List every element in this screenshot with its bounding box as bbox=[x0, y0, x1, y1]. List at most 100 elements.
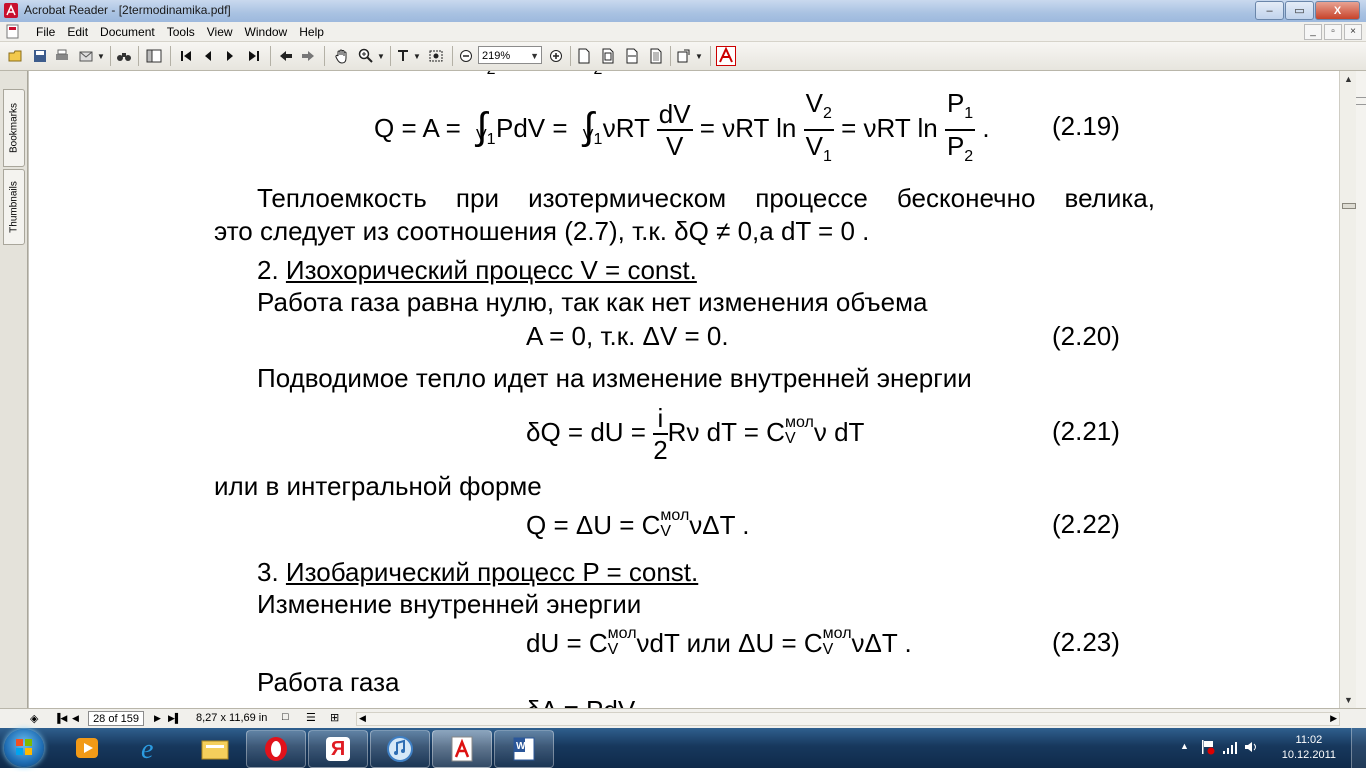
hand-tool-icon[interactable] bbox=[332, 47, 352, 65]
title-bar: Acrobat Reader - [2termodinamika.pdf] – … bbox=[0, 0, 1366, 23]
opera-icon[interactable] bbox=[246, 730, 306, 768]
flag-icon[interactable] bbox=[1200, 738, 1216, 759]
previous-view-icon[interactable] bbox=[276, 47, 296, 65]
next-page-icon[interactable] bbox=[220, 47, 240, 65]
scroll-down-icon[interactable]: ▼ bbox=[1340, 692, 1357, 708]
vertical-scrollbar[interactable]: ▲ ▼ bbox=[1339, 71, 1357, 708]
fit-visible-icon[interactable] bbox=[646, 47, 666, 65]
itunes-icon[interactable] bbox=[370, 730, 430, 768]
document-view[interactable]: Q = A = V2 ∫ V1 PdV = V2 ∫ V1 νRT dVV = … bbox=[36, 71, 1338, 708]
integral-1: V2 ∫ V1 bbox=[468, 71, 496, 171]
acrobat-reader-taskbar-icon[interactable] bbox=[432, 730, 492, 768]
eq-text: Q = ΔU = C bbox=[526, 510, 661, 540]
eq-text: V bbox=[784, 430, 796, 448]
eq-text: νRT ln bbox=[722, 113, 797, 143]
adobe-logo-icon[interactable] bbox=[716, 46, 736, 66]
page-number-field[interactable]: 28 of 159 bbox=[88, 711, 144, 726]
actual-size-icon[interactable] bbox=[574, 47, 594, 65]
chevron-down-icon[interactable]: ▼ bbox=[96, 47, 106, 65]
chevron-down-icon[interactable]: ▼ bbox=[694, 47, 704, 65]
network-signal-icon[interactable] bbox=[1222, 741, 1238, 758]
print-icon[interactable] bbox=[52, 47, 72, 65]
zoom-out-icon[interactable] bbox=[456, 47, 476, 65]
scroll-right-icon[interactable]: ▶ bbox=[1330, 713, 1337, 724]
navigation-pane-icon[interactable] bbox=[144, 47, 164, 65]
menu-view[interactable]: View bbox=[201, 25, 239, 39]
doc-close-button[interactable]: × bbox=[1344, 24, 1362, 40]
svg-text:e: e bbox=[141, 734, 153, 763]
internet-explorer-icon[interactable]: e bbox=[122, 730, 180, 766]
facing-pages-icon[interactable]: ⊞ bbox=[330, 711, 339, 724]
yandex-icon[interactable]: Я bbox=[308, 730, 368, 768]
last-page-icon[interactable] bbox=[244, 47, 264, 65]
minimize-button[interactable]: – bbox=[1255, 1, 1284, 20]
paragraph-line: Изменение внутренней энергии bbox=[257, 589, 642, 619]
heading-text: Изобарический процесс P = const. bbox=[285, 557, 699, 587]
eq-text: 1 bbox=[822, 148, 832, 166]
bookmarks-tab-label: Bookmarks bbox=[8, 102, 20, 154]
clock-time: 11:02 bbox=[1295, 734, 1323, 746]
start-button[interactable] bbox=[4, 729, 44, 767]
single-page-icon[interactable]: □ bbox=[282, 711, 289, 723]
equation-number: (2.22) bbox=[1052, 509, 1120, 539]
chevron-down-icon[interactable]: ▼ bbox=[530, 47, 539, 65]
binoculars-icon[interactable] bbox=[114, 47, 134, 65]
doc-restore-button[interactable]: ▫ bbox=[1324, 24, 1342, 40]
text-select-icon[interactable] bbox=[394, 47, 414, 65]
show-desktop-button[interactable] bbox=[1351, 728, 1366, 768]
previous-page-icon[interactable] bbox=[198, 47, 218, 65]
thumbnails-tab[interactable]: Thumbnails bbox=[3, 169, 25, 245]
first-page-icon[interactable]: ▐◀ bbox=[54, 713, 67, 724]
menu-window[interactable]: Window bbox=[239, 25, 294, 39]
snapshot-icon[interactable] bbox=[426, 47, 446, 65]
scroll-up-icon[interactable]: ▲ bbox=[1340, 71, 1357, 87]
horizontal-scrollbar[interactable]: ◀ ▶ bbox=[356, 712, 1340, 726]
zoom-level-value: 219% bbox=[482, 50, 511, 62]
last-page-icon[interactable]: ▶▌ bbox=[168, 713, 181, 724]
menu-file[interactable]: File bbox=[30, 25, 61, 39]
first-page-icon[interactable] bbox=[176, 47, 196, 65]
zoom-in-icon[interactable] bbox=[546, 47, 566, 65]
paragraph-line: Работа газа bbox=[257, 667, 400, 697]
next-view-icon[interactable] bbox=[298, 47, 318, 65]
eq-text: V bbox=[805, 131, 823, 162]
open-icon[interactable] bbox=[6, 47, 26, 65]
menu-tools[interactable]: Tools bbox=[161, 25, 201, 39]
save-icon[interactable] bbox=[30, 47, 50, 65]
volume-icon[interactable] bbox=[1244, 740, 1260, 757]
rotate-view-icon[interactable] bbox=[674, 47, 694, 65]
document-icon[interactable] bbox=[6, 24, 20, 39]
system-clock[interactable]: 11:02 10.12.2011 bbox=[1282, 733, 1336, 763]
fit-page-icon[interactable] bbox=[598, 47, 618, 65]
menu-document[interactable]: Document bbox=[94, 25, 161, 39]
eq-text: P bbox=[946, 131, 965, 162]
chevron-down-icon[interactable]: ▼ bbox=[412, 47, 422, 65]
continuous-icon[interactable]: ☰ bbox=[306, 711, 316, 724]
eq-text: 2 bbox=[593, 71, 602, 78]
scroll-thumb[interactable] bbox=[1342, 203, 1356, 209]
eq-text: δQ = dU = bbox=[526, 417, 654, 447]
explorer-folder-icon[interactable] bbox=[186, 730, 244, 766]
status-menu-icon[interactable]: ◈ bbox=[30, 712, 38, 725]
close-button[interactable]: X bbox=[1315, 1, 1360, 20]
next-page-icon[interactable]: ▶ bbox=[154, 713, 161, 724]
doc-minimize-button[interactable]: _ bbox=[1304, 24, 1322, 40]
split-handle[interactable] bbox=[1356, 97, 1366, 105]
menu-edit[interactable]: Edit bbox=[61, 25, 94, 39]
maximize-button[interactable]: ▭ bbox=[1285, 1, 1314, 20]
chevron-down-icon[interactable]: ▼ bbox=[376, 47, 386, 65]
previous-page-icon[interactable]: ◀ bbox=[72, 713, 79, 724]
fraction-v2-v1: V2 V1 bbox=[803, 88, 834, 172]
tray-expand-icon[interactable]: ▲ bbox=[1180, 741, 1189, 751]
zoom-level-field[interactable]: 219% ▼ bbox=[478, 46, 542, 64]
fit-width-icon[interactable] bbox=[622, 47, 642, 65]
eq-text: 2 bbox=[653, 435, 668, 466]
menu-help[interactable]: Help bbox=[293, 25, 330, 39]
bookmarks-tab[interactable]: Bookmarks bbox=[3, 89, 25, 167]
media-center-icon[interactable] bbox=[58, 730, 116, 766]
zoom-in-tool-icon[interactable] bbox=[356, 47, 376, 65]
eq-text: νΔT . bbox=[851, 628, 912, 658]
word-icon[interactable]: W bbox=[494, 730, 554, 768]
scroll-left-icon[interactable]: ◀ bbox=[359, 713, 366, 724]
email-icon[interactable] bbox=[76, 47, 96, 65]
